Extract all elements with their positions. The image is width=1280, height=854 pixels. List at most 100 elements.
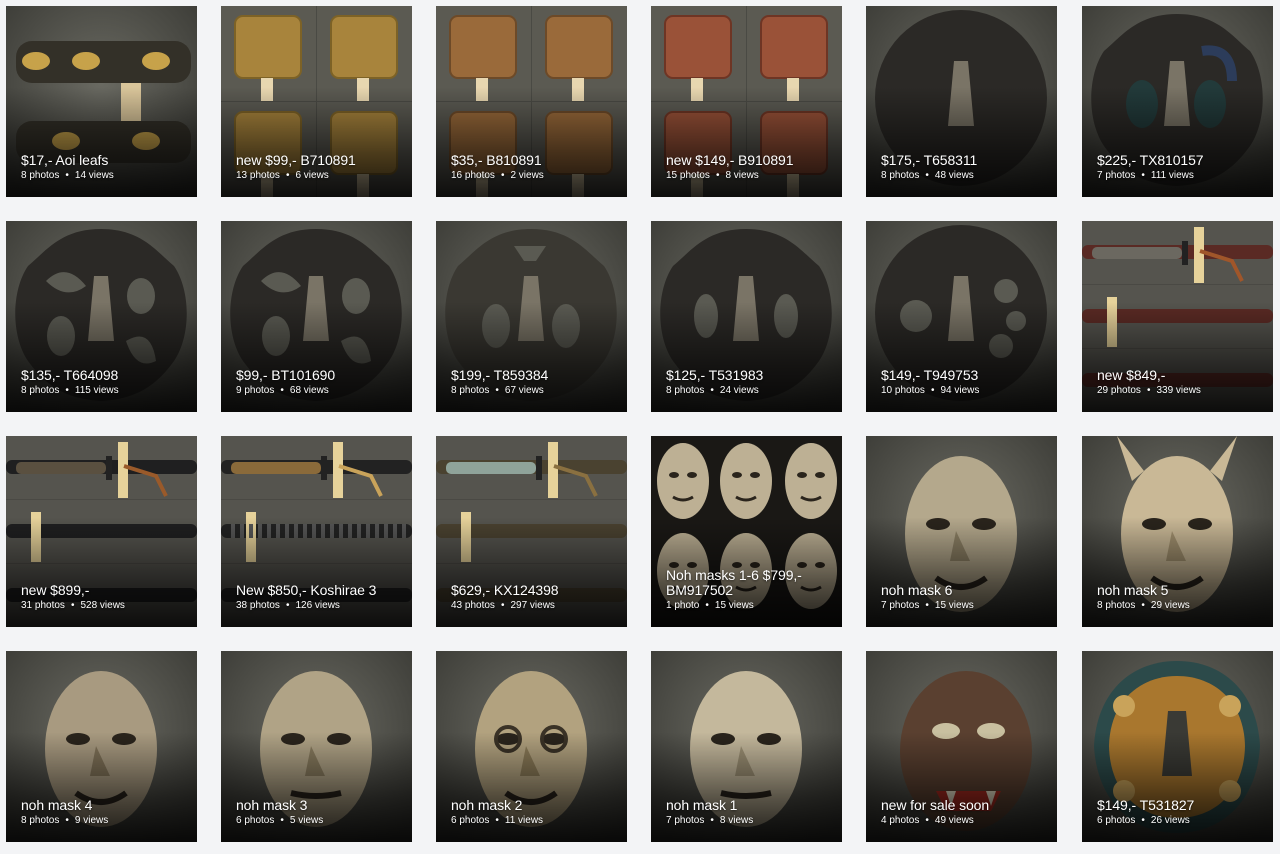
album-card[interactable]: $135,- T664098 8 photos • 115 views	[6, 221, 197, 412]
album-title[interactable]: New $850,- Koshirae 3	[236, 583, 404, 598]
photo-count: 7 photos	[1097, 170, 1136, 181]
photo-count: 9 photos	[236, 385, 275, 396]
album-title[interactable]: $35,- B810891	[451, 153, 619, 168]
album-caption: $149,- T531827 6 photos • 26 views	[1097, 798, 1265, 827]
album-caption: Noh masks 1-6 $799,- BM917502 1 photo • 15…	[666, 568, 834, 612]
separator-dot: •	[280, 385, 284, 396]
separator-dot: •	[1146, 385, 1151, 396]
separator-dot: •	[1141, 600, 1145, 611]
album-caption: $99,- BT101690 9 photos • 68 views	[236, 368, 404, 397]
album-caption: new $149,- B910891 15 photos • 8 views	[666, 153, 834, 182]
album-stats: 7 photos • 15 views	[881, 600, 1049, 612]
album-title[interactable]: noh mask 1	[666, 798, 834, 813]
album-card[interactable]: $125,- T531983 8 photos • 24 views	[651, 221, 842, 412]
album-title[interactable]: $99,- BT101690	[236, 368, 404, 383]
album-card[interactable]: new $849,- 29 photos • 339 views	[1082, 221, 1273, 412]
album-title[interactable]: new $899,-	[21, 583, 189, 598]
album-card[interactable]: $149,- T531827 6 photos • 26 views	[1082, 651, 1273, 842]
album-title[interactable]: new $149,- B910891	[666, 153, 834, 168]
album-title[interactable]: new for sale soon	[881, 798, 1049, 813]
view-count: 15 views	[934, 600, 974, 611]
album-card[interactable]: noh mask 4 8 photos • 9 views	[6, 651, 197, 842]
album-title[interactable]: noh mask 5	[1097, 583, 1265, 598]
album-title[interactable]: Noh masks 1-6 $799,- BM917502	[666, 568, 834, 598]
album-card[interactable]: new $99,- B710891 13 photos • 6 views	[221, 6, 412, 197]
photo-count: 1 photo	[666, 600, 700, 611]
album-title[interactable]: $17,- Aoi leafs	[21, 153, 189, 168]
album-title[interactable]: $629,- KX124398	[451, 583, 619, 598]
album-card[interactable]: $99,- BT101690 9 photos • 68 views	[221, 221, 412, 412]
album-card[interactable]: new $149,- B910891 15 photos • 8 views	[651, 6, 842, 197]
view-count: 24 views	[719, 385, 759, 396]
album-stats: 8 photos • 24 views	[666, 385, 834, 397]
view-count: 68 views	[289, 385, 329, 396]
album-title[interactable]: new $849,-	[1097, 368, 1265, 383]
album-title[interactable]: $225,- TX810157	[1097, 153, 1265, 168]
separator-dot: •	[925, 170, 929, 181]
photo-count: 6 photos	[1097, 815, 1136, 826]
album-card[interactable]: noh mask 6 7 photos • 15 views	[866, 436, 1057, 627]
album-caption: $35,- B810891 16 photos • 2 views	[451, 153, 619, 182]
album-title[interactable]: noh mask 6	[881, 583, 1049, 598]
album-stats: 9 photos • 68 views	[236, 385, 404, 397]
album-card[interactable]: Noh masks 1-6 $799,- BM917502 1 photo • 15…	[651, 436, 842, 627]
album-card[interactable]: New $850,- Koshirae 3 38 photos • 126 view…	[221, 436, 412, 627]
album-card[interactable]: $17,- Aoi leafs 8 photos • 14 views	[6, 6, 197, 197]
album-card[interactable]: $199,- T859384 8 photos • 67 views	[436, 221, 627, 412]
album-stats: 4 photos • 49 views	[881, 815, 1049, 827]
album-title[interactable]: noh mask 2	[451, 798, 619, 813]
album-caption: new $899,- 31 photos • 528 views	[21, 583, 189, 612]
photo-count: 7 photos	[881, 600, 920, 611]
album-title[interactable]: $199,- T859384	[451, 368, 619, 383]
album-stats: 38 photos • 126 views	[236, 600, 404, 612]
album-card[interactable]: new for sale soon 4 photos • 49 views	[866, 651, 1057, 842]
separator-dot: •	[710, 815, 714, 826]
view-count: 111 views	[1150, 170, 1194, 181]
album-caption: $175,- T658311 8 photos • 48 views	[881, 153, 1049, 182]
album-title[interactable]: $135,- T664098	[21, 368, 189, 383]
separator-dot: •	[1141, 170, 1145, 181]
album-title[interactable]: $125,- T531983	[666, 368, 834, 383]
album-stats: 13 photos • 6 views	[236, 170, 404, 182]
view-count: 67 views	[504, 385, 544, 396]
album-card[interactable]: noh mask 1 7 photos • 8 views	[651, 651, 842, 842]
album-card[interactable]: noh mask 3 6 photos • 5 views	[221, 651, 412, 842]
view-count: 115 views	[74, 385, 119, 396]
photo-count: 8 photos	[1097, 600, 1136, 611]
album-title[interactable]: noh mask 4	[21, 798, 189, 813]
photo-count: 15 photos	[666, 170, 710, 181]
view-count: 26 views	[1150, 815, 1190, 826]
album-card[interactable]: noh mask 5 8 photos • 29 views	[1082, 436, 1273, 627]
album-card[interactable]: new $899,- 31 photos • 528 views	[6, 436, 197, 627]
album-stats: 6 photos • 5 views	[236, 815, 404, 827]
album-title[interactable]: $149,- T531827	[1097, 798, 1265, 813]
separator-dot: •	[285, 170, 290, 181]
separator-dot: •	[495, 815, 499, 826]
album-caption: $629,- KX124398 43 photos • 297 views	[451, 583, 619, 612]
album-title[interactable]: new $99,- B710891	[236, 153, 404, 168]
album-stats: 8 photos • 115 views	[21, 385, 189, 397]
album-caption: New $850,- Koshirae 3 38 photos • 126 view…	[236, 583, 404, 612]
album-card[interactable]: $225,- TX810157 7 photos • 111 views	[1082, 6, 1273, 197]
separator-dot: •	[65, 170, 69, 181]
album-card[interactable]: $35,- B810891 16 photos • 2 views	[436, 6, 627, 197]
photo-count: 10 photos	[881, 385, 925, 396]
album-caption: noh mask 5 8 photos • 29 views	[1097, 583, 1265, 612]
view-count: 14 views	[74, 170, 114, 181]
separator-dot: •	[925, 815, 929, 826]
separator-dot: •	[65, 385, 69, 396]
photo-count: 8 photos	[21, 815, 60, 826]
album-caption: new for sale soon 4 photos • 49 views	[881, 798, 1049, 827]
album-stats: 7 photos • 111 views	[1097, 170, 1265, 182]
album-title[interactable]: $149,- T949753	[881, 368, 1049, 383]
album-card[interactable]: $149,- T949753 10 photos • 94 views	[866, 221, 1057, 412]
album-title[interactable]: noh mask 3	[236, 798, 404, 813]
album-caption: noh mask 1 7 photos • 8 views	[666, 798, 834, 827]
album-stats: 6 photos • 11 views	[451, 815, 619, 827]
separator-dot: •	[715, 170, 720, 181]
album-card[interactable]: $175,- T658311 8 photos • 48 views	[866, 6, 1057, 197]
album-title[interactable]: $175,- T658311	[881, 153, 1049, 168]
view-count: 339 views	[1156, 385, 1201, 396]
album-card[interactable]: $629,- KX124398 43 photos • 297 views	[436, 436, 627, 627]
album-card[interactable]: noh mask 2 6 photos • 11 views	[436, 651, 627, 842]
